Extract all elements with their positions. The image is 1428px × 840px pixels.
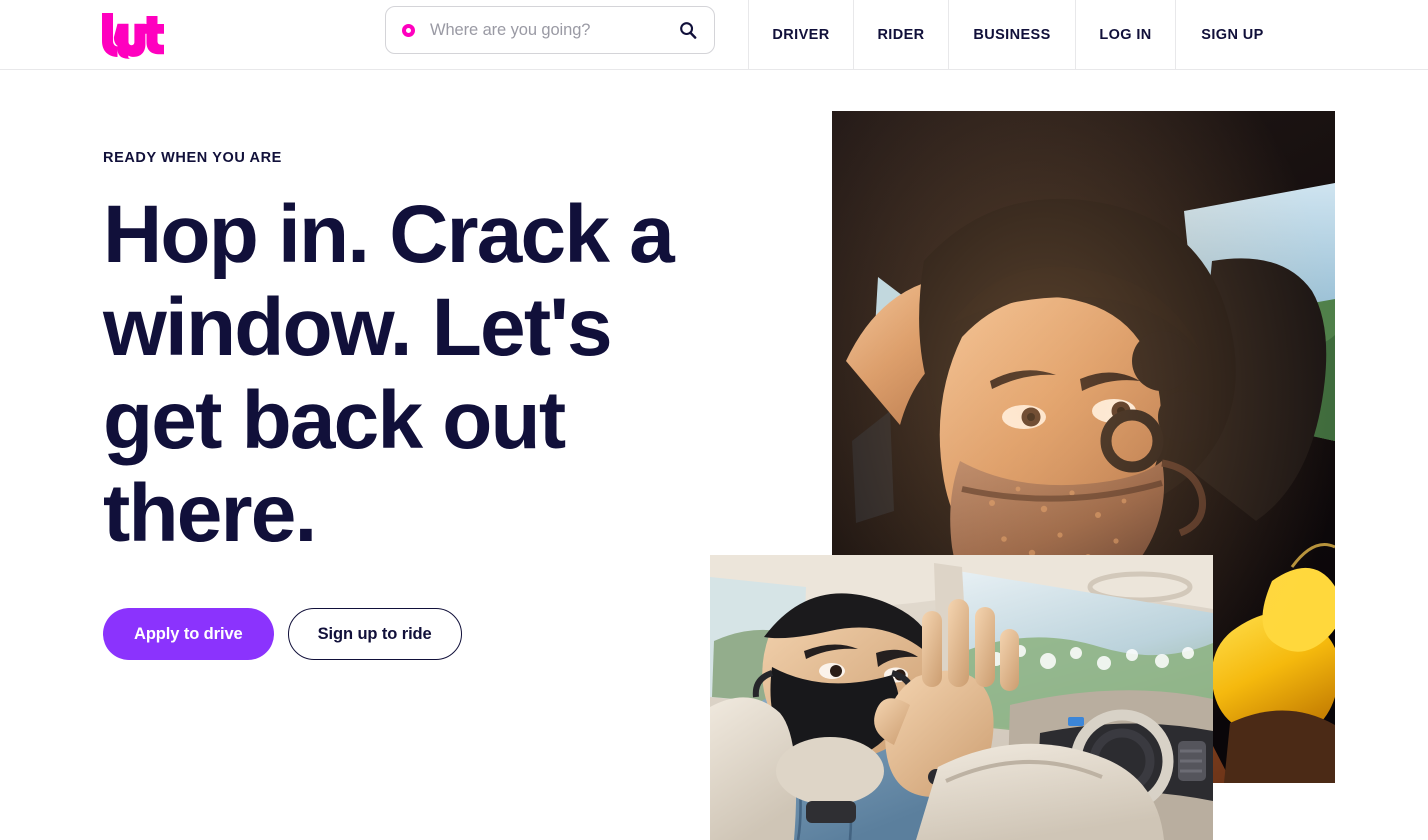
location-pin-icon (402, 23, 415, 37)
hero-image-inset (710, 555, 1213, 840)
hero-eyebrow: READY WHEN YOU ARE (103, 150, 282, 166)
hero-cta-row: Apply to drive Sign up to ride (103, 608, 723, 660)
lyft-logo[interactable] (100, 11, 166, 59)
hero-image-inset-graphic (710, 555, 1213, 840)
search-input[interactable] (430, 20, 676, 40)
nav-item-sign-up[interactable]: SIGN UP (1176, 0, 1289, 70)
nav-item-business[interactable]: BUSINESS (949, 0, 1076, 70)
hero-headline: Hop in. Crack a window. Let's get back o… (103, 189, 675, 559)
hero-copy: READY WHEN YOU ARE Hop in. Crack a windo… (103, 150, 723, 660)
nav-item-rider[interactable]: RIDER (854, 0, 949, 70)
search-button[interactable] (676, 18, 700, 42)
site-header: DRIVER RIDER BUSINESS LOG IN SIGN UP (0, 0, 1428, 70)
search-icon (680, 22, 697, 39)
sign-up-to-ride-button[interactable]: Sign up to ride (287, 608, 462, 660)
lyft-logo-icon (102, 13, 164, 59)
nav-item-driver[interactable]: DRIVER (749, 0, 854, 70)
hero-section: READY WHEN YOU ARE Hop in. Crack a windo… (0, 70, 1428, 840)
destination-search[interactable] (385, 6, 715, 54)
primary-nav: DRIVER RIDER BUSINESS LOG IN SIGN UP (748, 0, 1289, 70)
apply-to-drive-button[interactable]: Apply to drive (103, 608, 274, 660)
nav-item-log-in[interactable]: LOG IN (1076, 0, 1176, 70)
